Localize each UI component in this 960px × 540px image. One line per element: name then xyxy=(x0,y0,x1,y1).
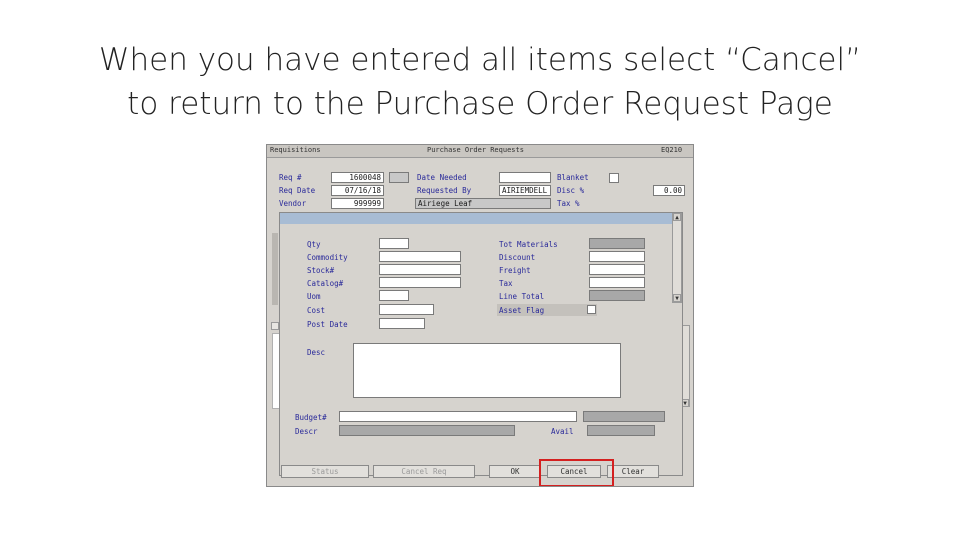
discount-field[interactable] xyxy=(589,251,645,262)
freight-field[interactable] xyxy=(589,264,645,275)
stock-field[interactable] xyxy=(379,264,461,275)
budget-info-field xyxy=(583,411,665,422)
requested-by-label: Requested By xyxy=(417,186,472,195)
background-grid-tab xyxy=(271,322,279,330)
qty-field[interactable] xyxy=(379,238,409,249)
tax-percent-label: Tax % xyxy=(557,199,580,208)
line-total-label: Line Total xyxy=(499,292,545,301)
window-center-title: Purchase Order Requests xyxy=(427,146,524,154)
desc-label: Desc xyxy=(307,348,326,357)
avail-label: Avail xyxy=(551,427,574,436)
window-title-bar: Requisitions Purchase Order Requests EQ2… xyxy=(267,145,693,158)
asset-flag-checkbox[interactable] xyxy=(587,305,596,314)
commodity-label: Commodity xyxy=(307,253,348,262)
vendor-field[interactable]: 999999 xyxy=(331,198,384,209)
slide-title-line-2: to return to the Purchase Order Request … xyxy=(127,86,833,122)
window-code: EQ210 xyxy=(661,146,683,154)
catalog-field[interactable] xyxy=(379,277,461,288)
tax-field[interactable] xyxy=(589,277,645,288)
dialog-title-bar xyxy=(280,213,682,224)
requested-by-field[interactable]: AIRIEMDELL xyxy=(499,185,551,196)
tot-materials-label: Tot Materials xyxy=(499,240,558,249)
req-date-label: Req Date xyxy=(279,186,316,195)
clear-button[interactable]: Clear xyxy=(607,465,659,478)
tax-label: Tax xyxy=(499,279,513,288)
cost-field[interactable] xyxy=(379,304,434,315)
req-lookup-box[interactable] xyxy=(389,172,409,183)
slide-title-line-1: When you have entered all items select “… xyxy=(98,42,862,78)
post-date-field[interactable] xyxy=(379,318,425,329)
descriptor-field: Airiege Leaf xyxy=(415,198,551,209)
uom-label: Uom xyxy=(307,292,321,301)
disc-label: Disc % xyxy=(557,186,585,195)
cancel-highlight-box xyxy=(539,459,614,486)
background-grid-strip xyxy=(272,233,278,305)
descr-label: Descr xyxy=(295,427,318,436)
req-date-field[interactable]: 07/16/18 xyxy=(331,185,384,196)
dialog-scroll-up-arrow[interactable]: ▲ xyxy=(673,213,681,221)
desc-textarea[interactable] xyxy=(353,343,621,398)
req-number-label: Req # xyxy=(279,173,302,182)
budget-field[interactable] xyxy=(339,411,577,422)
post-date-label: Post Date xyxy=(307,320,348,329)
status-button[interactable]: Status xyxy=(281,465,369,478)
cost-label: Cost xyxy=(307,306,326,315)
avail-field xyxy=(587,425,655,436)
window-left-title: Requisitions xyxy=(270,146,321,154)
catalog-label: Catalog# xyxy=(307,279,344,288)
req-number-field[interactable]: 1600048 xyxy=(331,172,384,183)
disc-field[interactable]: 0.00 xyxy=(653,185,685,196)
vendor-label: Vendor xyxy=(279,199,307,208)
discount-label: Discount xyxy=(499,253,536,262)
asset-flag-label: Asset Flag xyxy=(499,306,545,315)
slide-title: When you have entered all items select “… xyxy=(0,38,960,126)
blanket-checkbox[interactable] xyxy=(609,173,619,183)
commodity-field[interactable] xyxy=(379,251,461,262)
date-needed-field[interactable] xyxy=(499,172,551,183)
dialog-scroll-down-arrow[interactable]: ▼ xyxy=(673,294,681,302)
requisition-screenshot: Requisitions Purchase Order Requests EQ2… xyxy=(266,144,694,487)
date-needed-label: Date Needed xyxy=(417,173,467,182)
uom-field[interactable] xyxy=(379,290,409,301)
cancel-req-button[interactable]: Cancel Req xyxy=(373,465,475,478)
blanket-label: Blanket xyxy=(557,173,589,182)
tot-materials-field xyxy=(589,238,645,249)
budget-label: Budget# xyxy=(295,413,327,422)
stock-label: Stock# xyxy=(307,266,335,275)
line-total-field xyxy=(589,290,645,301)
qty-label: Qty xyxy=(307,240,321,249)
ok-button[interactable]: OK xyxy=(489,465,541,478)
freight-label: Freight xyxy=(499,266,531,275)
dialog-scrollbar[interactable] xyxy=(672,213,682,303)
descr-field xyxy=(339,425,515,436)
